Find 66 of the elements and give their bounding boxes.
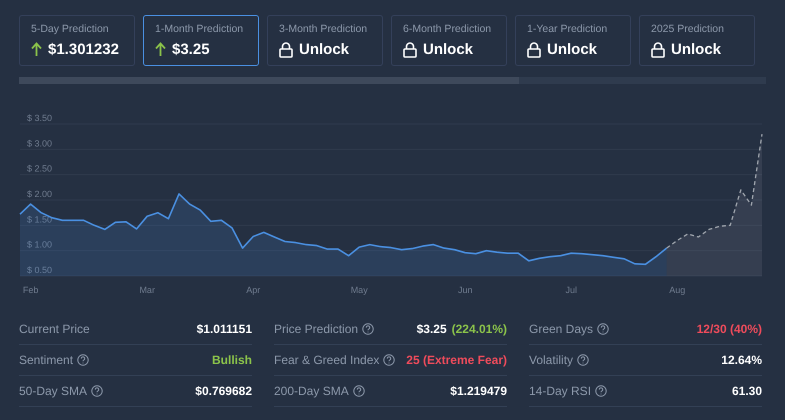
stat-value: $1.011151 bbox=[196, 322, 252, 336]
y-axis-label: $ 0.50 bbox=[27, 265, 52, 275]
x-axis-label: Feb bbox=[22, 285, 38, 295]
x-axis-label: Aug bbox=[669, 285, 686, 295]
help-icon[interactable] bbox=[352, 385, 365, 397]
stat-label: Fear & Greed Index bbox=[274, 353, 380, 367]
x-axis-label: Jul bbox=[565, 285, 577, 295]
y-axis-label: $ 2.50 bbox=[27, 164, 52, 174]
lock-icon bbox=[527, 42, 541, 58]
lock-icon bbox=[651, 42, 665, 58]
x-axis-label: Mar bbox=[139, 285, 155, 295]
help-icon[interactable] bbox=[77, 354, 90, 366]
lock-icon bbox=[279, 42, 293, 58]
stat-label: Current Price bbox=[19, 322, 90, 336]
stat-value: 12/30 (40%) bbox=[696, 322, 762, 336]
prediction-label: 6-Month Prediction bbox=[403, 23, 492, 35]
x-axis-label: May bbox=[350, 285, 368, 295]
y-axis-label: $ 3.50 bbox=[27, 113, 52, 123]
unlock-text: Unlock bbox=[299, 41, 350, 58]
y-axis-label: $ 2.00 bbox=[27, 189, 52, 199]
stat-label: Price Prediction bbox=[274, 322, 358, 336]
prediction-label: 1-Year Prediction bbox=[527, 23, 608, 35]
prediction-tab[interactable]: 2025 Prediction Unlock bbox=[639, 15, 755, 66]
prediction-label: 3-Month Prediction bbox=[279, 23, 368, 35]
up-arrow-icon bbox=[31, 42, 42, 57]
stat-value: 12.64% bbox=[721, 353, 762, 367]
unlock-text: Unlock bbox=[547, 41, 598, 58]
help-icon[interactable] bbox=[383, 354, 396, 366]
lock-icon bbox=[403, 42, 417, 58]
prediction-tab[interactable]: 3-Month Prediction Unlock bbox=[267, 15, 383, 66]
help-icon[interactable] bbox=[597, 323, 610, 335]
scrollbar-thumb[interactable] bbox=[19, 77, 520, 84]
stat-label: Volatility bbox=[529, 353, 574, 367]
help-icon[interactable] bbox=[595, 385, 608, 397]
stat-value: Bullish bbox=[212, 353, 252, 367]
prediction-value: $1.301232 bbox=[48, 41, 119, 58]
stat-label: Sentiment bbox=[19, 353, 74, 367]
prediction-label: 5-Day Prediction bbox=[31, 23, 110, 35]
unlock-text: Unlock bbox=[423, 41, 474, 58]
stat-label: 50-Day SMA bbox=[19, 384, 88, 398]
prediction-tab[interactable]: 6-Month Prediction Unlock bbox=[391, 15, 507, 66]
stat-value: $3.25 bbox=[416, 322, 447, 336]
prediction-tab[interactable]: 5-Day Prediction $1.301232 bbox=[19, 15, 135, 66]
help-icon[interactable] bbox=[362, 323, 374, 335]
change-percent: (224.01%) bbox=[452, 322, 507, 336]
y-axis-label: $ 3.00 bbox=[27, 138, 52, 148]
scrollbar-track[interactable] bbox=[19, 77, 766, 84]
y-axis-label: $ 1.00 bbox=[27, 240, 52, 250]
stat-value: $1.219479 bbox=[450, 384, 507, 398]
stat-value: 61.30 bbox=[732, 384, 762, 398]
unlock-text: Unlock bbox=[671, 41, 722, 58]
prediction-label: 2025 Prediction bbox=[651, 23, 725, 35]
prediction-value: $3.25 bbox=[172, 41, 210, 58]
x-axis-label: Jun bbox=[458, 285, 472, 295]
up-arrow-icon bbox=[155, 42, 166, 57]
stat-value: 25 (Extreme Fear) bbox=[406, 353, 507, 367]
stat-value: $0.769682 bbox=[195, 384, 252, 398]
prediction-tab[interactable]: 1-Year Prediction Unlock bbox=[515, 15, 631, 66]
stat-label: Green Days bbox=[529, 322, 594, 336]
prediction-tab[interactable]: 1-Month Prediction $3.25 bbox=[143, 15, 259, 66]
help-icon[interactable] bbox=[91, 385, 104, 397]
x-axis-label: Apr bbox=[246, 285, 260, 295]
stat-label: 14-Day RSI bbox=[529, 384, 592, 398]
stat-label: 200-Day SMA bbox=[274, 384, 349, 398]
prediction-label: 1-Month Prediction bbox=[155, 23, 244, 35]
help-icon[interactable] bbox=[577, 354, 590, 366]
